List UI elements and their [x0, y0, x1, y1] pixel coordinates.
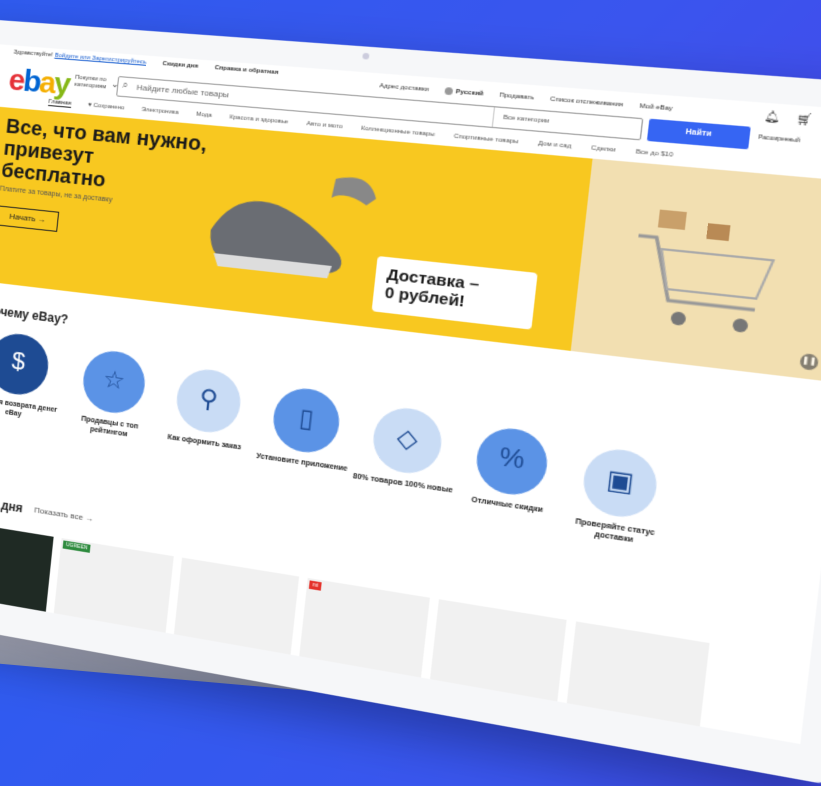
- nav-deals[interactable]: Сделки: [591, 145, 616, 154]
- globe-icon: [443, 86, 453, 96]
- category-select[interactable]: Все категории: [491, 107, 636, 139]
- shop-by-category[interactable]: Покупки по категориям ⌄: [74, 75, 119, 93]
- feature-great-deals[interactable]: % Отличные скидки: [454, 422, 568, 518]
- cart-icon[interactable]: 🛒︎: [796, 113, 814, 127]
- deal-tile[interactable]: [566, 621, 710, 727]
- bell-icon[interactable]: 🔔︎: [764, 111, 782, 125]
- ebay-logo[interactable]: ebay: [7, 63, 70, 101]
- hero-cart-panel: [570, 158, 821, 384]
- help-link[interactable]: Справка и обратная: [214, 65, 278, 76]
- daily-deals-title: Скидки дня: [0, 491, 24, 516]
- star-icon: ☆: [101, 365, 127, 396]
- greeting: Здравствуйте!: [13, 49, 54, 59]
- delivery-bubble: Доставка –0 рублей!: [371, 255, 538, 330]
- watchlist-link[interactable]: Список отслеживания: [550, 96, 624, 108]
- feature-install-app[interactable]: ▯ Установите приложение: [253, 383, 359, 475]
- rocket-icon: ⚲: [197, 384, 220, 415]
- language-selector[interactable]: Русский: [443, 86, 484, 98]
- sign-in-link[interactable]: Войдите или Зарегистрируйтесь: [54, 53, 146, 66]
- nav-collectibles[interactable]: Коллекционные товары: [361, 126, 436, 139]
- webcam: [362, 52, 370, 60]
- feature-top-sellers[interactable]: ☆ Продавцы с топ рейтингом: [63, 346, 164, 444]
- shopping-cart-illustration: [622, 209, 799, 334]
- deal-tile[interactable]: [173, 557, 300, 655]
- percent-icon: %: [497, 442, 527, 476]
- phone-icon: ▯: [297, 403, 316, 435]
- sell-link[interactable]: Продавать: [499, 92, 535, 101]
- ship-to[interactable]: Адрес доставки: [379, 83, 429, 93]
- nav-home-garden[interactable]: Дом и сад: [538, 141, 572, 150]
- start-button[interactable]: Начать →: [0, 205, 60, 232]
- nav-beauty[interactable]: Красота и здоровье: [229, 114, 288, 125]
- diamond-icon: ◇: [395, 423, 420, 455]
- deal-tile[interactable]: UGREEN: [53, 538, 174, 633]
- daily-deals-link[interactable]: Скидки дня: [162, 61, 198, 70]
- box-icon: ▣: [604, 464, 636, 499]
- nav-motors[interactable]: Авто и мото: [306, 121, 343, 130]
- show-all-link[interactable]: Показать все →: [34, 505, 94, 523]
- shield-dollar-icon: $: [10, 347, 27, 377]
- why-ebay-title: Почему eBay?: [0, 302, 69, 327]
- deal-tile[interactable]: [0, 519, 54, 612]
- search-input[interactable]: Найдите любые товары: [136, 83, 229, 100]
- deal-tile[interactable]: [430, 599, 567, 702]
- nav-saved[interactable]: ♥ Сохранено: [88, 102, 125, 111]
- feature-new-items[interactable]: ◇ 80% товаров 100% новые: [352, 402, 462, 496]
- feature-how-to-order[interactable]: ⚲ Как оформить заказ: [157, 364, 260, 454]
- nav-electronics[interactable]: Электроника: [141, 107, 179, 116]
- deals-carousel: UGREEN mi: [0, 519, 810, 744]
- ebay-homepage: Здравствуйте! Войдите или Зарегистрируйт…: [0, 43, 821, 745]
- feature-money-back[interactable]: $ Гарантия возврата денег eBay: [0, 329, 66, 425]
- nav-home[interactable]: Главная: [48, 98, 72, 108]
- sneaker-illustration: [207, 175, 379, 279]
- nav-under-10[interactable]: Все до $10: [635, 149, 673, 159]
- deal-tile[interactable]: mi: [299, 577, 430, 678]
- search-icon: ⌕: [121, 79, 129, 92]
- advanced-search-link[interactable]: Расширенный: [758, 134, 800, 144]
- nav-sports[interactable]: Спортивные товары: [453, 133, 519, 145]
- search-button[interactable]: Найти: [646, 118, 751, 150]
- my-ebay-link[interactable]: Мой eBay: [639, 103, 673, 112]
- feature-track-delivery[interactable]: ▣ Проверяйте статус доставки: [559, 443, 678, 551]
- nav-fashion[interactable]: Мода: [196, 111, 213, 119]
